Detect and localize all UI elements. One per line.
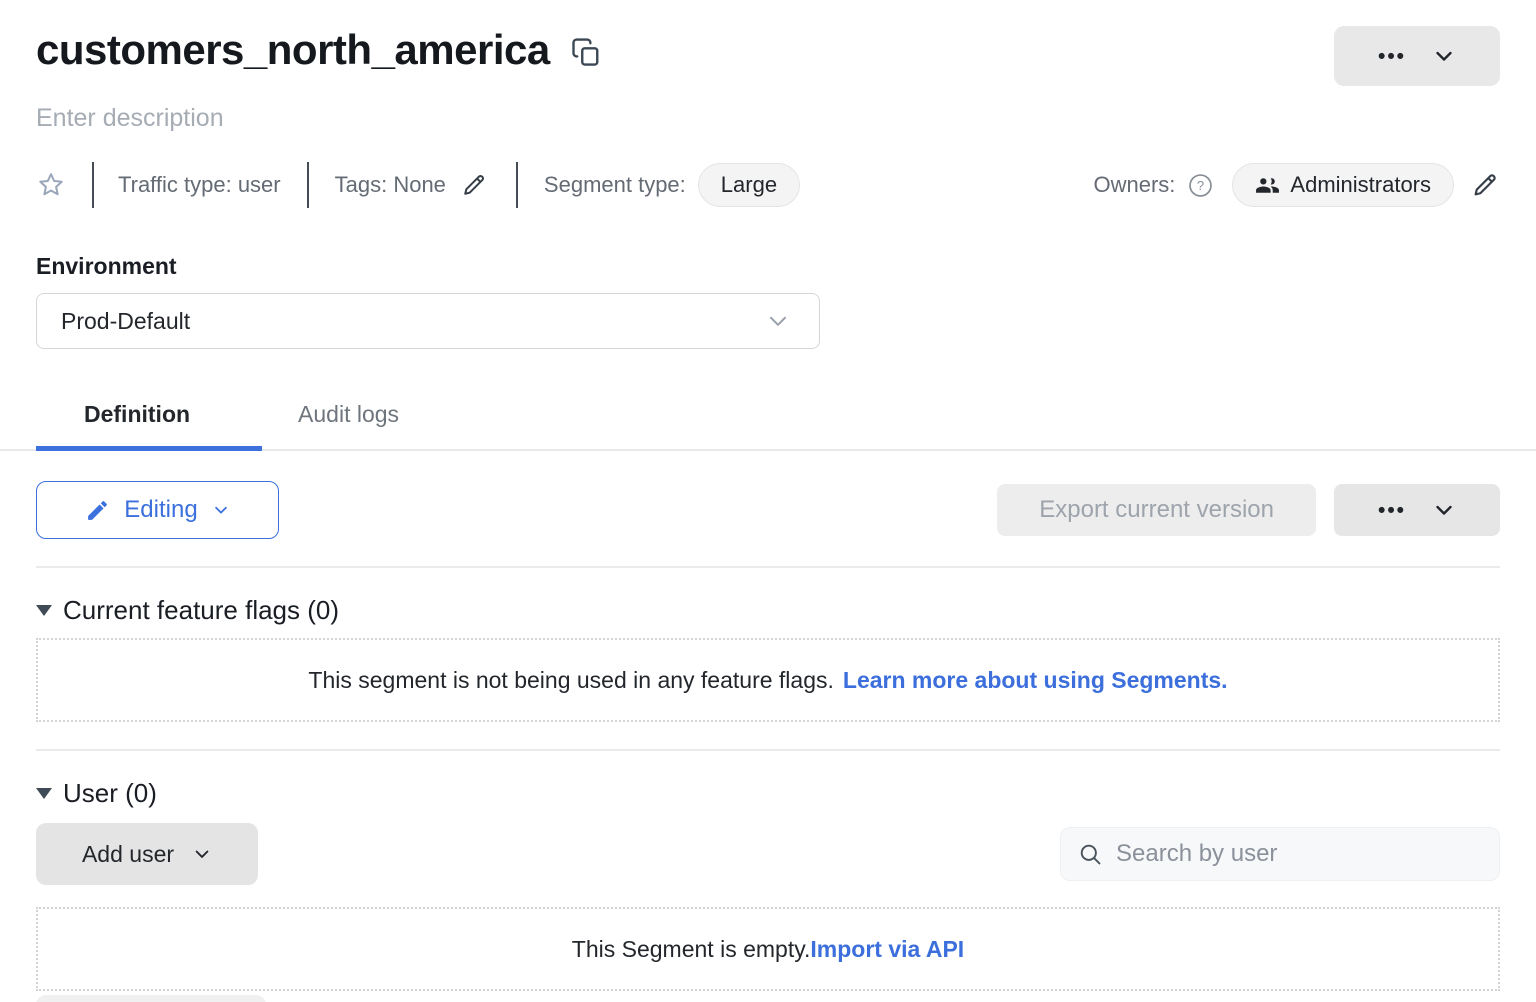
meta-row: Traffic type: user Tags: None Segment ty… [36, 161, 1500, 209]
tags-label: Tags: None [335, 172, 446, 198]
search-by-user-input[interactable] [1116, 840, 1483, 868]
segment-type-label: Segment type: [544, 172, 686, 198]
editing-label: Editing [124, 496, 197, 524]
tab-definition[interactable]: Definition [84, 395, 190, 434]
help-icon: ? [1187, 172, 1214, 199]
environment-label: Environment [36, 253, 1500, 280]
pencil-icon [460, 171, 488, 199]
user-search-box [1060, 827, 1500, 881]
separator [92, 162, 94, 208]
user-controls-row: Add user [36, 823, 1500, 885]
separator [307, 162, 309, 208]
environment-select[interactable]: Prod-Default [36, 293, 820, 349]
active-tab-indicator [36, 446, 262, 451]
definition-toolbar: Editing Export current version ••• [36, 481, 1500, 539]
favorite-star-button[interactable] [36, 170, 66, 200]
user-empty-state: This Segment is empty. Import via API [36, 907, 1500, 991]
edit-tags-button[interactable] [460, 171, 488, 199]
chevron-down-icon [192, 844, 212, 864]
tab-audit-logs[interactable]: Audit logs [298, 395, 399, 434]
chevron-down-icon [765, 308, 791, 334]
user-section-title: User (0) [63, 778, 157, 809]
edit-owners-button[interactable] [1470, 170, 1500, 200]
chevron-down-icon [1432, 498, 1456, 522]
divider [36, 749, 1500, 751]
pencil-icon [1470, 170, 1500, 200]
owners-value: Administrators [1290, 172, 1431, 198]
export-current-version-button[interactable]: Export current version [997, 484, 1316, 536]
learn-more-link[interactable]: Learn more about using Segments. [843, 667, 1228, 694]
description-placeholder[interactable]: Enter description [36, 104, 1500, 133]
owners-group: Owners: ? Administrators [1093, 163, 1500, 207]
partially-visible-button[interactable] [36, 995, 266, 1002]
edit-pencil-icon [85, 498, 110, 523]
segment-detail-page: customers_north_america ••• Enter descri… [0, 0, 1536, 1002]
feature-flags-empty-text: This segment is not being used in any fe… [308, 667, 833, 694]
owners-help-button[interactable]: ? [1187, 172, 1214, 199]
add-user-label: Add user [82, 841, 174, 868]
triangle-collapse-icon [36, 605, 52, 616]
divider [36, 566, 1500, 568]
user-empty-text: This Segment is empty. [572, 936, 811, 963]
search-icon [1077, 841, 1104, 868]
people-icon [1255, 173, 1280, 198]
separator [516, 162, 518, 208]
user-section-header[interactable]: User (0) [36, 778, 1500, 809]
ellipsis-icon: ••• [1378, 46, 1406, 67]
svg-text:?: ? [1197, 178, 1204, 193]
copy-name-button[interactable] [570, 36, 602, 68]
owners-label: Owners: [1093, 172, 1175, 198]
star-icon [36, 170, 66, 200]
editing-mode-button[interactable]: Editing [36, 481, 279, 539]
chevron-down-icon [212, 501, 230, 519]
segment-type-badge: Large [698, 163, 800, 207]
feature-flags-section-header[interactable]: Current feature flags (0) [36, 595, 1500, 626]
feature-flags-empty-state: This segment is not being used in any fe… [36, 638, 1500, 722]
page-title: customers_north_america [36, 26, 550, 74]
toolbar-more-actions-button[interactable]: ••• [1334, 484, 1500, 536]
header-more-actions-button[interactable]: ••• [1334, 26, 1500, 86]
tab-bar: Definition Audit logs [0, 395, 1536, 451]
owners-badge[interactable]: Administrators [1232, 163, 1454, 207]
page-header: customers_north_america ••• [36, 26, 1500, 86]
feature-flags-section-title: Current feature flags (0) [63, 595, 339, 626]
ellipsis-icon: ••• [1378, 500, 1406, 521]
triangle-collapse-icon [36, 788, 52, 799]
add-user-button[interactable]: Add user [36, 823, 258, 885]
chevron-down-icon [1432, 44, 1456, 68]
traffic-type-label: Traffic type: user [118, 172, 281, 198]
import-via-api-link[interactable]: Import via API [810, 936, 964, 963]
copy-icon [571, 37, 601, 67]
environment-selected-value: Prod-Default [61, 308, 190, 335]
